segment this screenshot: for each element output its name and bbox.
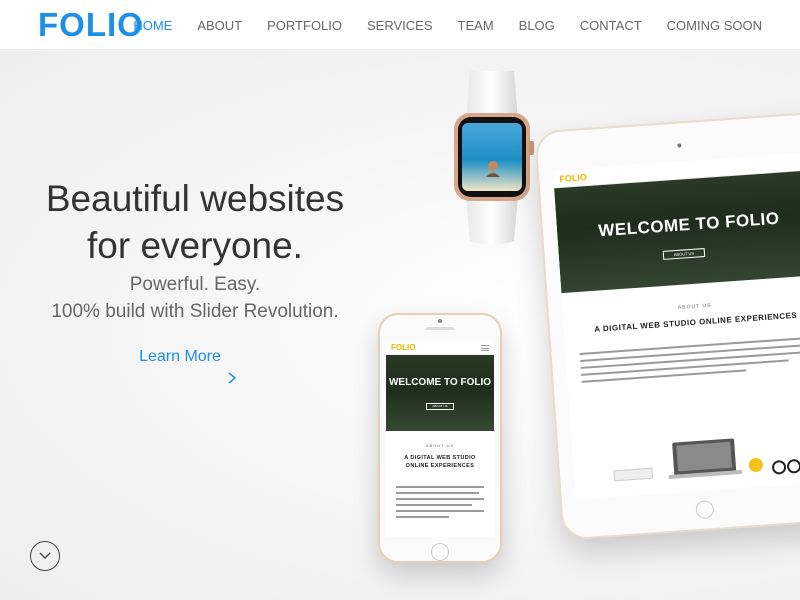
smartwatch-image <box>454 71 534 245</box>
phone-site-hero: WELCOME TO FOLIO ABOUT US <box>386 355 494 431</box>
nav-services[interactable]: SERVICES <box>367 18 433 33</box>
tablet-site-nav-item: · <box>594 173 597 178</box>
tablet-site-logo: FOLIO <box>559 171 588 184</box>
tablet-site-nav-item: · <box>622 171 624 177</box>
tablet-site-nav-item: · <box>603 173 606 178</box>
hero-headline-line1: Beautiful websites <box>45 178 345 219</box>
hero-subline-line2: 100% build with Slider Revolution. <box>51 301 339 322</box>
hero-subline-line1: Powerful. Easy. <box>129 274 261 295</box>
nav-blog[interactable]: BLOG <box>519 18 555 33</box>
phone-site-about-label: ABOUT US <box>425 443 455 448</box>
hero-headline-line2: for everyone. <box>87 225 303 266</box>
hero-slider: Beautiful websites for everyone. Powerfu… <box>0 51 800 600</box>
nav-about[interactable]: ABOUT <box>197 18 242 33</box>
phone-site-hero-button: ABOUT US <box>426 403 454 410</box>
tablet-desk-image <box>613 438 800 482</box>
phone-site-body-text <box>396 486 484 518</box>
chevron-right-icon[interactable] <box>226 371 238 385</box>
hero-headline: Beautiful websites for everyone. <box>0 175 390 269</box>
phone-camera <box>438 319 442 323</box>
phone-site-logo: FOLIO <box>391 343 416 352</box>
phone-site-studio-line2: ONLINE EXPERIENCES <box>405 463 475 469</box>
phone-mockup: FOLIO WELCOME TO FOLIO ABOUT US ABOUT US… <box>378 313 502 563</box>
nav-coming-soon[interactable]: COMING SOON <box>667 18 762 33</box>
site-header: FOLIO HOME ABOUT PORTFOLIO SERVICES TEAM… <box>0 0 800 50</box>
learn-more-link[interactable]: Learn More <box>110 348 250 366</box>
tablet-site-body-text <box>579 336 800 383</box>
nav-portfolio[interactable]: PORTFOLIO <box>267 18 342 33</box>
tablet-site-nav-item: · <box>612 172 615 177</box>
tablet-site-nav-item: · <box>640 170 642 175</box>
phone-screen: FOLIO WELCOME TO FOLIO ABOUT US ABOUT US… <box>386 341 494 537</box>
tablet-screen: FOLIO · · · · · · WELCOME TO FOLIO ABOUT… <box>552 151 800 500</box>
tablet-site-hero: WELCOME TO FOLIO ABOUT US <box>554 169 800 294</box>
nav-contact[interactable]: CONTACT <box>580 18 642 33</box>
chevron-down-icon <box>39 552 51 559</box>
nav-team[interactable]: TEAM <box>458 18 494 33</box>
nav-home[interactable]: HOME <box>133 18 172 33</box>
phone-speaker <box>426 327 454 330</box>
phone-home-button <box>431 543 449 561</box>
hamburger-icon <box>481 344 489 351</box>
phone-site-hero-title: WELCOME TO FOLIO <box>388 377 492 388</box>
phone-site-studio-heading: A DIGITAL WEB STUDIO ONLINE EXPERIENCES <box>386 454 494 470</box>
phone-site-studio-line1: A DIGITAL WEB STUDIO <box>404 455 476 461</box>
scroll-down-button[interactable] <box>30 541 60 571</box>
tablet-site-hero-button: ABOUT US <box>662 248 706 260</box>
tablet-site-hero-title: WELCOME TO FOLIO <box>597 208 781 241</box>
tablet-mockup: FOLIO · · · · · · WELCOME TO FOLIO ABOUT… <box>534 111 800 541</box>
phone-site-nav: FOLIO <box>386 341 494 355</box>
main-nav: HOME ABOUT PORTFOLIO SERVICES TEAM BLOG … <box>108 0 762 50</box>
hero-subline: Powerful. Easy. 100% build with Slider R… <box>0 271 390 325</box>
tablet-site-nav-item: · <box>631 171 633 176</box>
